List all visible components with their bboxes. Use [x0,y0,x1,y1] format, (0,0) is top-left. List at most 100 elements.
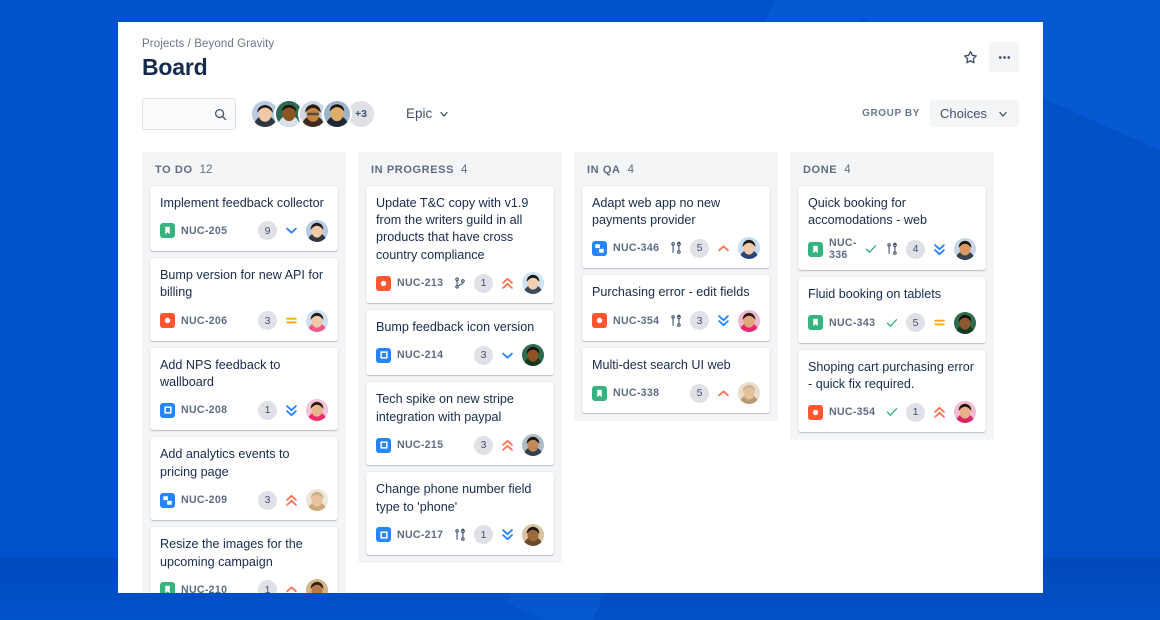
avatar-image [738,382,760,405]
estimate-badge[interactable]: 3 [474,345,493,365]
assignee-avatar[interactable] [306,489,328,512]
avatar-image [954,401,976,424]
estimate-badge[interactable]: 1 [474,525,493,545]
issue-key[interactable]: NUC-338 [613,387,659,399]
search-box[interactable] [142,97,236,130]
board-card[interactable]: Fluid booking on tablets NUC-343 5 [798,277,986,343]
issue-key[interactable]: NUC-210 [181,584,227,593]
board-card[interactable]: Tech spike on new stripe integration wit… [366,382,554,466]
assignee-avatar[interactable] [522,344,544,367]
assignee-avatar[interactable] [738,382,760,405]
issue-key[interactable]: NUC-209 [181,494,227,506]
board-card[interactable]: Quick booking for accomodations - web NUC… [798,185,986,271]
board-card[interactable]: Bump feedback icon version NUC-214 3 [366,310,554,376]
issue-key[interactable]: NUC-217 [397,529,443,541]
estimate-badge[interactable]: 3 [258,311,277,331]
assignee-avatar[interactable] [954,238,976,261]
issue-type-task-icon [160,402,175,418]
card-footer: NUC-336 4 [808,237,976,261]
board-card[interactable]: Update T&C copy with v1.9 from the write… [366,185,554,304]
board-card[interactable]: Bump version for new API for billing NUC-… [150,257,338,341]
board-card[interactable]: Multi-dest search UI web NUC-338 5 [582,347,770,414]
assignee-avatar[interactable] [522,434,544,457]
assignee-avatar[interactable] [306,309,328,332]
issue-key[interactable]: NUC-205 [181,225,227,237]
issue-key[interactable]: NUC-215 [397,439,443,451]
card-title: Add analytics events to pricing page [160,447,290,479]
epic-filter-dropdown[interactable]: Epic [398,101,458,126]
estimate-badge[interactable]: 5 [690,383,709,403]
card-meta: 4 [864,238,976,261]
group-by-label: GROUP BY [862,108,921,120]
assignee-avatar[interactable] [738,309,760,332]
page-title: Board [142,54,208,80]
assignee-avatar[interactable] [522,272,544,295]
more-options-button[interactable] [989,42,1019,72]
board-card[interactable]: Adapt web app no new payments provider NU… [582,185,770,269]
issue-key[interactable]: NUC-208 [181,404,227,416]
estimate-badge[interactable]: 1 [258,580,277,593]
assignee-avatar[interactable] [306,219,328,242]
chevron-down-icon [999,111,1007,117]
board-card[interactable]: Change phone number field type to 'phone… [366,472,554,555]
priority-lowest-icon [718,315,729,327]
card-meta: 9 [258,219,328,242]
card-footer: NUC-208 1 [160,399,328,422]
issue-type-story-icon [808,315,823,331]
board-card[interactable]: Implement feedback collector NUC-205 9 [150,185,338,251]
breadcrumb[interactable]: Projects / Beyond Gravity [142,38,274,50]
board-card[interactable]: Purchasing error - edit fields NUC-354 3 [582,275,770,341]
board-card[interactable]: Add analytics events to pricing page NUC-… [150,437,338,521]
assignee-avatar[interactable] [522,523,544,546]
avatar[interactable] [322,98,352,129]
estimate-badge[interactable]: 5 [690,238,709,258]
assignee-avatar[interactable] [306,399,328,422]
card-title: Adapt web app no new payments provider [592,195,721,227]
priority-high-icon [718,389,729,396]
column-title: DONE [803,163,838,176]
card-title: Shoping cart purchasing error - quick fi… [808,359,974,392]
board-card[interactable]: Add NPS feedback to wallboard NUC-208 1 [150,347,338,431]
issue-key[interactable]: NUC-213 [397,277,443,289]
card-footer: NUC-354 3 [592,309,760,332]
estimate-badge[interactable]: 5 [906,313,925,333]
issue-type-task-icon [376,347,391,363]
estimate-badge[interactable]: 1 [258,400,277,420]
estimate-badge[interactable]: 9 [258,221,277,241]
issue-key[interactable]: NUC-214 [397,349,443,361]
card-title: Change phone number field type to 'phone… [376,482,532,514]
assignee-avatar[interactable] [954,401,976,424]
issue-key[interactable]: NUC-336 [829,237,858,261]
avatar-image [522,344,544,367]
estimate-badge[interactable]: 3 [258,490,277,510]
estimate-badge[interactable]: 3 [690,311,709,331]
group-by-dropdown[interactable]: Choices [930,100,1019,128]
avatar-group: +3 [250,98,376,129]
avatar-image [306,309,328,332]
issue-key[interactable]: NUC-343 [829,317,875,329]
assignee-avatar[interactable] [954,311,976,334]
pull-request-icon [887,242,897,256]
issue-type-bug-icon [376,275,391,291]
issue-type-bug-icon [808,404,823,420]
chevron-down-icon [440,111,448,117]
board-card[interactable]: Resize the images for the upcoming campa… [150,527,338,593]
issue-key[interactable]: NUC-354 [829,406,875,418]
assignee-avatar[interactable] [738,237,760,260]
issue-key[interactable]: NUC-346 [613,242,659,254]
toolbar-right: GROUP BY Choices [862,100,1019,128]
card-meta: 1 [453,272,544,295]
issue-key[interactable]: NUC-354 [613,315,659,327]
priority-highest-icon [502,439,513,451]
assignee-avatar[interactable] [306,578,328,593]
estimate-badge[interactable]: 3 [474,435,493,455]
star-button[interactable] [955,42,985,72]
avatar-image [954,311,976,334]
issue-type-task-icon [376,527,391,543]
issue-key[interactable]: NUC-206 [181,315,227,327]
estimate-badge[interactable]: 4 [906,239,925,259]
estimate-badge[interactable]: 1 [906,402,925,422]
board-card[interactable]: Shoping cart purchasing error - quick fi… [798,349,986,433]
page-header: Projects / Beyond Gravity Board +3 Epic … [118,22,1043,134]
estimate-badge[interactable]: 1 [474,273,493,293]
